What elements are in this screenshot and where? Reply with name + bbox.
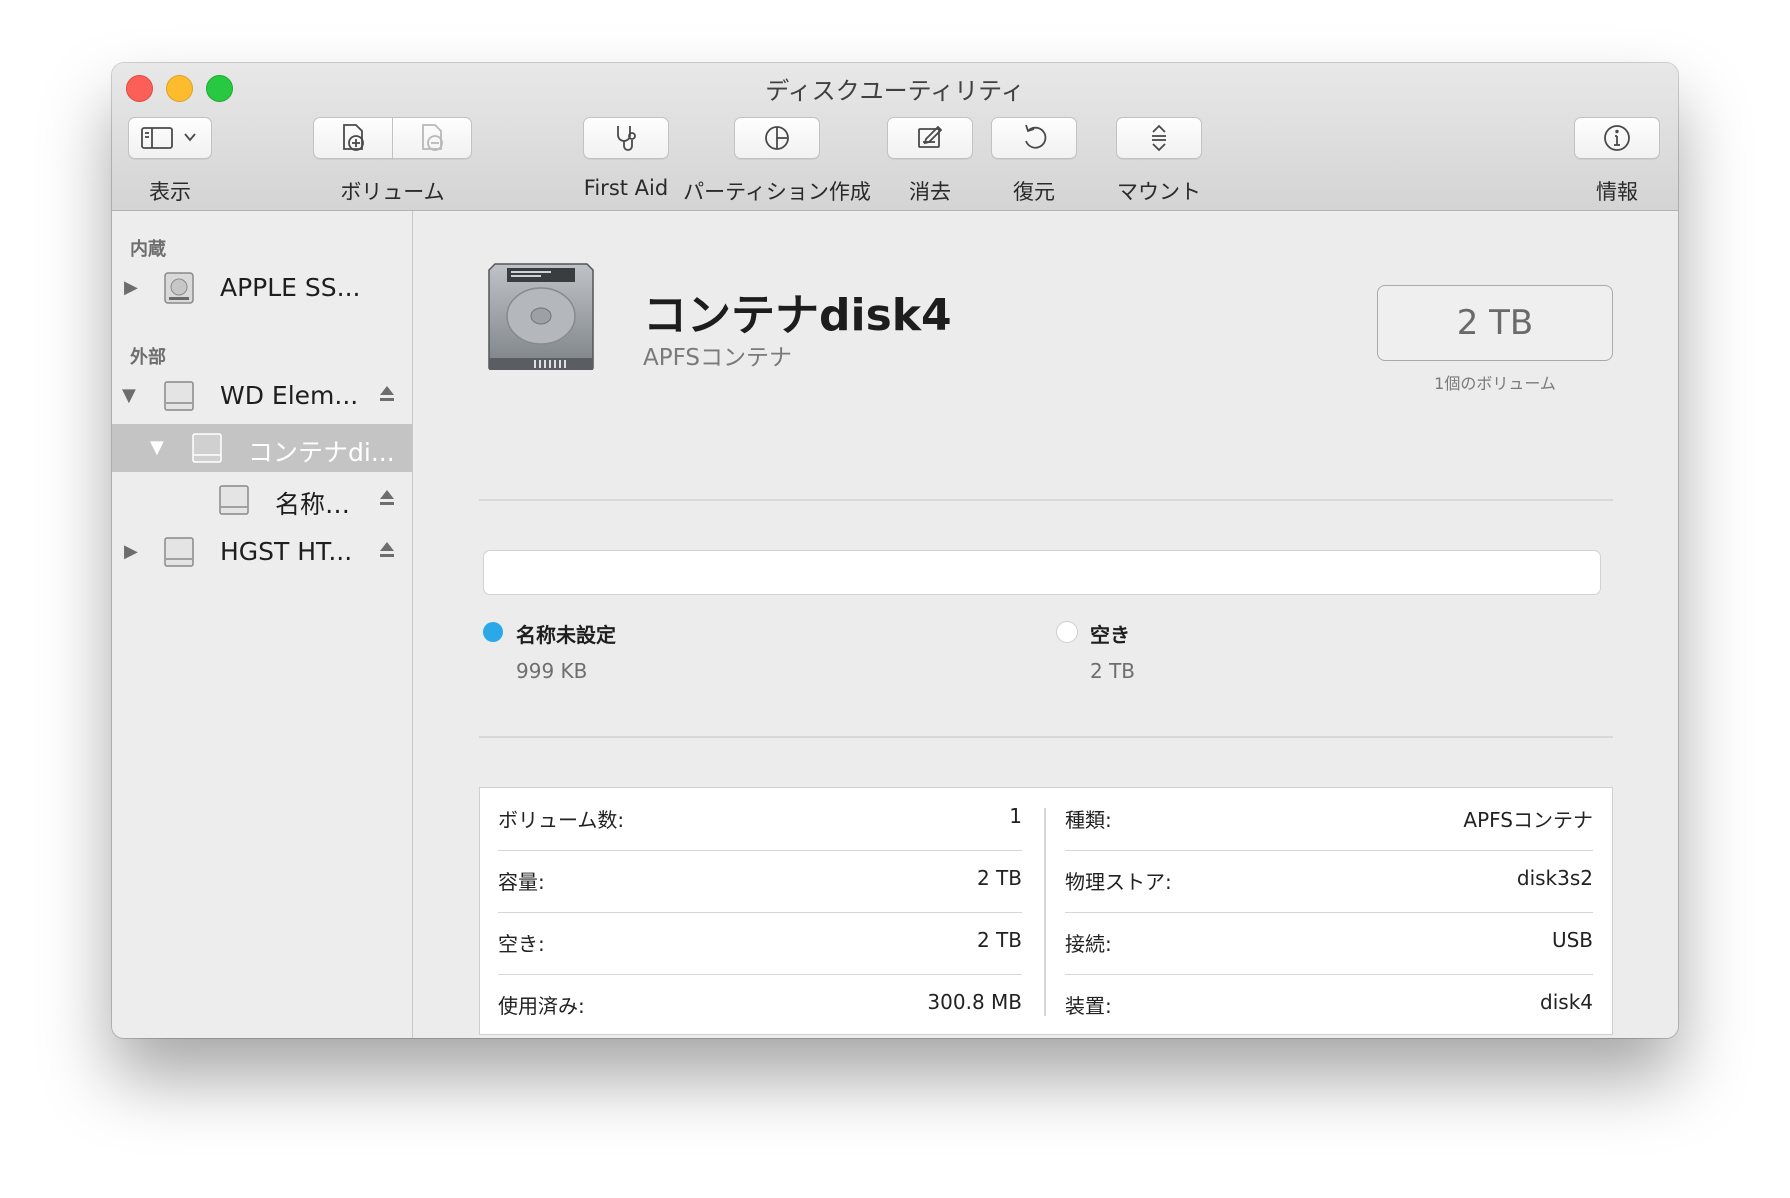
sidebar-item-label: コンテナdi... — [248, 438, 395, 467]
info-value: APFSコンテナ — [1463, 808, 1593, 832]
disclosure-triangle-icon[interactable]: ▼ — [122, 385, 136, 406]
free-legend-dot — [1057, 622, 1077, 642]
free-legend-name: 空き — [1090, 623, 1130, 647]
first-aid-label: First Aid — [583, 176, 669, 200]
erase-button[interactable] — [887, 117, 973, 159]
sidebar-item-label: WD Elem... — [220, 381, 359, 410]
sidebar-toggle-icon — [141, 127, 196, 149]
info-value: 300.8 MB — [927, 990, 1022, 1014]
info-value: USB — [1551, 928, 1593, 952]
info-table: ボリューム数: 1 容量: 2 TB 空き: 2 TB 使用済み: 300.8 … — [479, 787, 1613, 1035]
external-section-header: 外部 — [130, 347, 166, 368]
info-button[interactable] — [1574, 117, 1660, 159]
info-row: 接続: USB — [1065, 912, 1593, 975]
divider — [479, 736, 1613, 738]
mount-label: マウント — [1117, 180, 1201, 204]
info-row: 装置: disk4 — [1065, 974, 1593, 1036]
info-row: ボリューム数: 1 — [498, 788, 1022, 851]
detail-pane: コンテナdisk4 APFSコンテナ 2 TB 1個のボリューム 名称未設定 9… — [413, 211, 1678, 1038]
info-row: 種類: APFSコンテナ — [1065, 788, 1593, 851]
divider — [479, 499, 1613, 501]
info-icon — [1604, 125, 1630, 151]
toolbar: ディスクユーティリティ 表示 ボリューム First Aid パーティション作成… — [112, 63, 1678, 211]
add-volume-icon — [343, 124, 364, 151]
free-legend-value: 2 TB — [1090, 659, 1136, 683]
info-row: 物理ストア: disk3s2 — [1065, 850, 1593, 913]
disclosure-triangle-icon[interactable]: ▼ — [150, 437, 164, 458]
sidebar-item-hgst[interactable]: ▶ HGST HT... — [112, 528, 412, 576]
sidebar-item-untitled-volume[interactable]: 名称… — [112, 476, 412, 524]
eject-icon[interactable] — [378, 488, 396, 508]
restore-button[interactable] — [991, 117, 1077, 159]
internal-disk-icon — [164, 272, 194, 304]
column-separator — [1044, 808, 1046, 1016]
info-label: 容量: — [498, 870, 545, 894]
sidebar-item-label: APPLE SS... — [220, 273, 361, 302]
info-label: ボリューム数: — [498, 808, 625, 832]
partition-label: パーティション作成 — [683, 180, 871, 204]
restore-label: 復元 — [1013, 180, 1055, 204]
sidebar-item-container-disk4[interactable]: ▼ コンテナdi... — [112, 424, 412, 472]
disclosure-triangle-icon[interactable]: ▶ — [124, 277, 138, 298]
remove-volume-button[interactable] — [392, 117, 472, 159]
info-value: disk3s2 — [1516, 866, 1593, 890]
add-volume-button[interactable] — [313, 117, 393, 159]
disk-subtitle: APFSコンテナ — [643, 345, 793, 371]
info-label: 情報 — [1596, 180, 1638, 204]
internal-section-header: 内蔵 — [130, 239, 166, 260]
used-legend-dot — [483, 622, 503, 642]
info-label: 接続: — [1065, 932, 1112, 956]
erase-label: 消去 — [909, 180, 951, 204]
eject-icon[interactable] — [378, 384, 396, 404]
mount-button[interactable] — [1116, 117, 1202, 159]
info-row: 容量: 2 TB — [498, 850, 1022, 913]
volume-count-caption: 1個のボリューム — [1434, 374, 1556, 393]
erase-icon — [918, 125, 943, 148]
used-legend-name: 名称未設定 — [516, 623, 616, 647]
container-disk-icon — [192, 433, 222, 463]
eject-icon[interactable] — [378, 540, 396, 560]
view-button[interactable] — [128, 117, 212, 159]
info-row: 使用済み: 300.8 MB — [498, 974, 1022, 1036]
stethoscope-icon — [617, 126, 636, 151]
info-label: 使用済み: — [498, 994, 585, 1018]
info-label: 装置: — [1065, 994, 1112, 1018]
info-column-left: ボリューム数: 1 容量: 2 TB 空き: 2 TB 使用済み: 300.8 … — [498, 788, 1022, 1034]
pie-chart-icon — [765, 126, 789, 150]
disk-title: コンテナdisk4 — [643, 290, 952, 341]
info-label: 空き: — [498, 932, 545, 956]
disclosure-triangle-icon[interactable]: ▶ — [124, 541, 138, 562]
info-row: 空き: 2 TB — [498, 912, 1022, 975]
info-column-right: 種類: APFSコンテナ 物理ストア: disk3s2 接続: USB 装置: … — [1065, 788, 1593, 1034]
usage-bar — [483, 550, 1601, 595]
used-legend-value: 999 KB — [516, 659, 588, 683]
info-value: 2 TB — [976, 866, 1022, 890]
first-aid-button[interactable] — [583, 117, 669, 159]
restore-icon — [1025, 124, 1047, 149]
volume-disk-icon — [219, 485, 249, 515]
disk-utility-window: ディスクユーティリティ 表示 ボリューム First Aid パーティション作成… — [112, 63, 1678, 1038]
mount-icon — [1152, 124, 1166, 152]
info-value: 1 — [1009, 804, 1022, 828]
hard-drive-icon — [488, 263, 594, 370]
sidebar: 内蔵 ▶ APPLE SS... 外部 ▼ WD Elem... ▼ コンテナd… — [112, 211, 413, 1038]
info-value: disk4 — [1540, 990, 1593, 1014]
partition-button[interactable] — [734, 117, 820, 159]
info-label: 種類: — [1065, 808, 1112, 832]
sidebar-item-apple-ssd[interactable]: ▶ APPLE SS... — [112, 264, 412, 312]
window-title: ディスクユーティリティ — [765, 77, 1025, 105]
volume-label: ボリューム — [340, 180, 445, 204]
sidebar-item-label: 名称… — [275, 490, 351, 519]
view-label: 表示 — [149, 180, 191, 204]
capacity-box: 2 TB — [1377, 285, 1613, 361]
remove-volume-icon — [422, 124, 443, 151]
info-value: 2 TB — [976, 928, 1022, 952]
external-disk-icon — [164, 381, 194, 411]
sidebar-item-wd-elements[interactable]: ▼ WD Elem... — [112, 372, 412, 420]
external-disk-icon — [164, 537, 194, 567]
sidebar-item-label: HGST HT... — [220, 537, 353, 566]
info-label: 物理ストア: — [1065, 870, 1172, 894]
